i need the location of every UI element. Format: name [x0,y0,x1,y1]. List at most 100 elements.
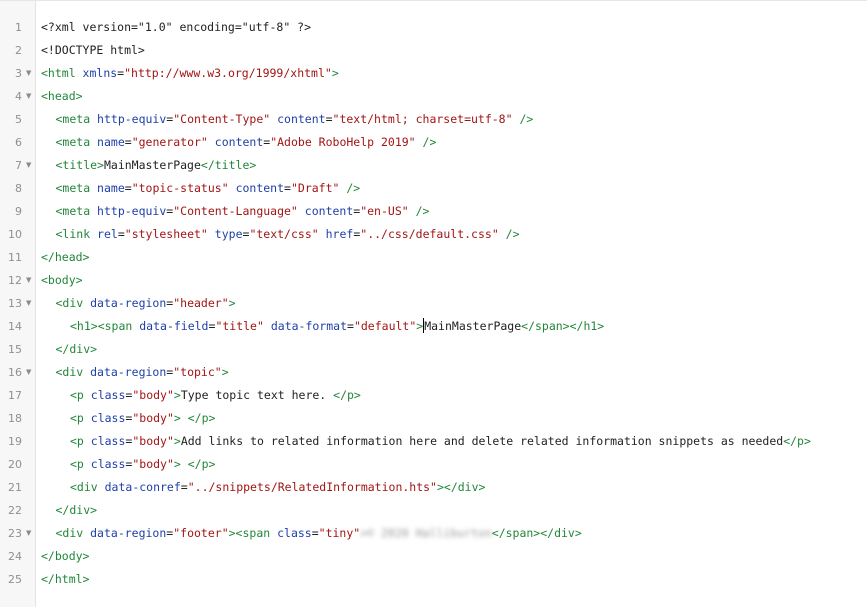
token-attr: type [214,227,243,241]
token-tag: > [416,319,424,333]
code-text[interactable]: <title>MainMasterPage</title> [56,154,257,177]
line-number: 25 [8,573,22,586]
code-line[interactable]: 7 ▼ <title>MainMasterPage</title> [0,154,867,177]
code-text[interactable]: </div> [56,499,98,522]
code-text[interactable]: </body> [41,545,89,568]
token-tag: </body> [41,549,90,563]
line-number: 10 [8,228,22,241]
line-number: 21 [8,481,22,494]
code-text[interactable]: </html> [41,568,89,591]
token-attr: rel [97,227,118,241]
token-tag: <title> [55,158,104,172]
line-number: 14 [8,320,22,333]
code-text[interactable]: <meta http-equiv="Content-Language" cont… [56,200,430,223]
token-tag: </html> [41,572,90,586]
fold-caret-icon[interactable]: ▼ [26,292,31,315]
code-text[interactable]: </head> [41,246,89,269]
code-text[interactable]: <div data-region="footer"><span class="t… [56,522,582,545]
fold-caret-icon[interactable]: ▼ [26,269,31,292]
code-editor[interactable]: 1 <?xml version="1.0" encoding="utf-8" ?>… [0,0,867,607]
token-attr: content [235,181,285,195]
line-number: 9 [15,205,22,218]
code-text[interactable]: <p class="body"> </p> [70,407,215,430]
fold-caret-icon[interactable]: ▼ [26,522,31,545]
code-line[interactable]: 4 ▼ <head> [0,85,867,108]
token-tag: <p [70,411,91,425]
token-tag: <h1><span [70,319,140,333]
line-number: 7 [15,159,22,172]
code-line[interactable]: 20 <p class="body"> </p> [0,453,867,476]
code-line[interactable]: 11 </head> [0,246,867,269]
line-number: 17 [8,389,22,402]
code-line[interactable]: 1 <?xml version="1.0" encoding="utf-8" ?> [0,16,867,39]
code-line[interactable]: 19 <p class="body">Add links to related i… [0,430,867,453]
code-line[interactable]: 14 <h1><span data-field = "title" data-form… [0,315,867,338]
token-txt: MainMasterPage [424,319,522,333]
code-line[interactable]: 18 <p class="body"> </p> [0,407,867,430]
code-line[interactable]: 22 </div> [0,499,867,522]
token-tag: > [173,388,181,402]
code-line[interactable]: 12 ▼ <body> [0,269,867,292]
code-text[interactable]: <div data-region="topic"> [56,361,229,384]
code-text[interactable]: <body> [41,269,83,292]
token-tag: </div> [55,503,98,517]
fold-caret-icon[interactable]: ▼ [26,154,31,177]
code-text[interactable]: <!DOCTYPE html> [41,39,145,62]
line-number: 12 [8,274,22,287]
code-text[interactable]: <meta name="topic-status" content="Draft… [56,177,361,200]
fold-caret-icon[interactable]: ▼ [26,62,31,85]
code-line[interactable]: 2 <!DOCTYPE html> [0,39,867,62]
code-text[interactable]: <meta http-equiv="Content-Type" content=… [56,108,534,131]
token-attr: class [90,457,126,471]
token-attr: content [304,204,354,218]
token-str: "footer" [173,526,229,540]
code-line[interactable]: 25 </html> [0,568,867,591]
token-str: "default" [353,319,417,333]
token-tag: <div [55,365,91,379]
token-attr: content [277,112,326,126]
code-text[interactable]: <p class="body">Add links to related inf… [70,430,811,453]
code-text[interactable]: <link rel="stylesheet" type="text/css" h… [56,223,520,246]
code-text[interactable]: <h1><span data-field = "title" data-format… [70,315,604,338]
line-number: 8 [15,182,22,195]
token-txt: = [124,181,132,195]
code-text[interactable]: <head> [41,85,83,108]
token-attr: http-equiv [97,204,167,218]
code-line[interactable]: 17 <p class="body">Type topic text here. … [0,384,867,407]
code-text[interactable]: <p class="body"> </p> [70,453,215,476]
code-line[interactable]: 21 <div data-conref="../snippets/RelatedI… [0,476,867,499]
token-tag: </p> [333,388,361,402]
code-text[interactable]: <div data-conref="../snippets/RelatedInf… [70,476,485,499]
code-line[interactable]: 24 </body> [0,545,867,568]
line-number: 2 [15,44,22,57]
code-text[interactable]: <?xml version="1.0" encoding="utf-8" ?> [41,16,311,39]
token-attr: data-conref [104,480,181,494]
code-text[interactable]: <html xmlns="http://www.w3.org/1999/xhtm… [41,62,339,85]
token-blur: >© 2020 Halliburton [360,526,492,540]
code-line[interactable]: 8 <meta name="topic-status" content="Draf… [0,177,867,200]
line-number: 22 [8,504,22,517]
code-line[interactable]: 6 <meta name="generator" content="Adobe R… [0,131,867,154]
code-line[interactable]: 9 <meta http-equiv="Content-Language" con… [0,200,867,223]
code-line[interactable]: 5 <meta http-equiv = "Content-Type" content… [0,108,867,131]
code-line[interactable]: 3 ▼ <html xmlns="http://www.w3.org/1999/xh… [0,62,867,85]
code-line[interactable]: 15 </div> [0,338,867,361]
fold-caret-icon[interactable]: ▼ [26,85,31,108]
token-str: "http://www.w3.org/1999/xhtml" [124,66,332,80]
code-line[interactable]: 13 ▼ <div data-region="header"> [0,292,867,315]
token-tag: </p> [783,434,811,448]
code-line[interactable]: 16 ▼ <div data-region="topic"> [0,361,867,384]
fold-caret-icon[interactable]: ▼ [26,361,31,384]
token-str: "body" [132,388,174,402]
code-text[interactable]: <div data-region="header"> [56,292,236,315]
code-text[interactable]: <meta name="generator" content="Adobe Ro… [56,131,437,154]
code-text[interactable]: <p class="body">Type topic text here. </… [70,384,361,407]
token-tag: > </p> [173,457,216,471]
code-line[interactable]: 23 ▼ <div data-region = "footer"><span class… [0,522,867,545]
line-number: 3 [15,67,22,80]
code-line[interactable]: 10 <link rel="stylesheet" type="text/css"… [0,223,867,246]
code-text[interactable]: </div> [56,338,98,361]
